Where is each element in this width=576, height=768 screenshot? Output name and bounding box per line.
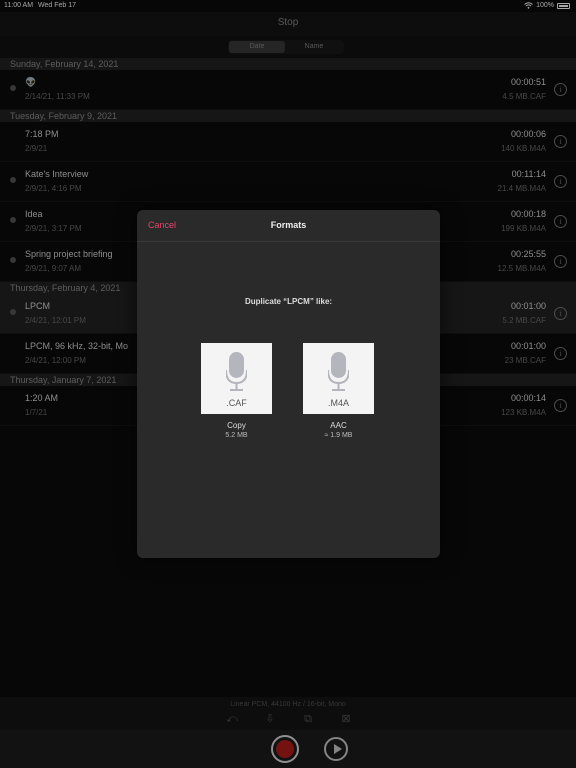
format-label: Copy bbox=[227, 421, 246, 430]
format-extension: .M4A bbox=[327, 398, 349, 408]
dialog-prompt: Duplicate “LPCM” like: bbox=[244, 297, 333, 306]
format-tile[interactable]: .CAF bbox=[201, 343, 272, 414]
format-size: 5.2 MB bbox=[225, 432, 248, 439]
format-option-caf[interactable]: .CAF Copy 5.2 MB bbox=[201, 343, 272, 439]
dialog-title: Formats bbox=[270, 220, 307, 230]
format-option-m4a[interactable]: .M4A AAC ≈ 1.9 MB bbox=[303, 343, 374, 439]
dialog-header: Cancel Formats bbox=[137, 210, 440, 242]
format-tile[interactable]: .M4A bbox=[303, 343, 374, 414]
format-size: ≈ 1.9 MB bbox=[324, 432, 353, 439]
microphone-icon bbox=[328, 352, 349, 391]
microphone-icon bbox=[226, 352, 247, 391]
formats-dialog: Cancel Formats Duplicate “LPCM” like: .C… bbox=[137, 210, 440, 558]
format-extension: .CAF bbox=[226, 398, 247, 408]
format-label: AAC bbox=[330, 421, 347, 430]
